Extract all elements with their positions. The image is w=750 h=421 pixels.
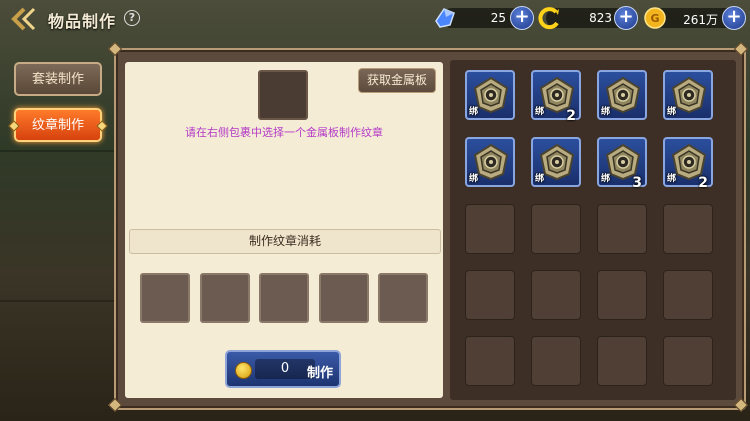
crafting-hint: 请在右侧包裹中选择一个金属板制作纹章: [185, 126, 383, 139]
bound-tag: 绑: [601, 174, 611, 184]
inventory-empty-slot[interactable]: [597, 270, 647, 320]
tab-suit-crafting[interactable]: 套装制作: [14, 62, 102, 96]
material-slot[interactable]: [140, 273, 190, 323]
inventory-empty-slot[interactable]: [663, 270, 713, 320]
bound-tag: 绑: [535, 174, 545, 184]
gold-coin-icon: [235, 362, 252, 379]
inventory-empty-slot[interactable]: [465, 336, 515, 386]
make-cost: 0: [255, 359, 315, 379]
back-button[interactable]: [10, 6, 38, 32]
yellow-swirl-icon: [538, 7, 559, 30]
currency-crystal: 25 +: [432, 5, 534, 31]
inventory-empty-slot[interactable]: [531, 270, 581, 320]
material-slot[interactable]: [259, 273, 309, 323]
background-stripe: [0, 150, 120, 152]
add-gold-button[interactable]: +: [722, 6, 746, 30]
back-arrow-icon: [11, 7, 36, 31]
make-button[interactable]: 0 制作: [225, 350, 341, 388]
item-count: 2: [566, 108, 576, 124]
bound-tag: 绑: [535, 107, 545, 117]
item-count: 3: [632, 175, 642, 191]
inventory-empty-slot[interactable]: [465, 270, 515, 320]
material-slot[interactable]: [200, 273, 250, 323]
add-crystal-button[interactable]: +: [510, 6, 534, 30]
bound-tag: 绑: [667, 174, 677, 184]
page-title: 物品制作: [48, 12, 117, 31]
bound-tag: 绑: [469, 107, 479, 117]
currency-value: 823: [589, 11, 612, 25]
inventory-item[interactable]: 绑: [465, 70, 515, 120]
inventory-item[interactable]: 绑: [597, 70, 647, 120]
get-metal-plate-button[interactable]: 获取金属板: [358, 68, 436, 93]
currency-value: 261万: [683, 13, 718, 27]
inventory-item[interactable]: 绑: [663, 70, 713, 120]
currency-swirl: 823 +: [536, 5, 640, 31]
inventory-empty-slot[interactable]: [465, 204, 515, 254]
add-swirl-button[interactable]: +: [614, 6, 638, 30]
gold-coin-icon: G: [644, 7, 666, 29]
tab-ornament: [96, 120, 108, 132]
currency-value: 25: [490, 11, 506, 25]
inventory-item[interactable]: 绑: [465, 137, 515, 187]
inventory-item[interactable]: 绑3: [597, 137, 647, 191]
material-slot[interactable]: [378, 273, 428, 323]
plate-target-slot[interactable]: [258, 70, 308, 120]
tab-ornament: [8, 120, 20, 132]
make-label: 制作: [307, 366, 334, 381]
inventory-empty-slot[interactable]: [663, 204, 713, 254]
cost-title: 制作纹章消耗: [129, 229, 441, 254]
blue-crystal-icon: [435, 8, 455, 28]
background-stripe: [0, 300, 120, 302]
help-icon[interactable]: ?: [124, 10, 140, 26]
material-slot[interactable]: [319, 273, 369, 323]
inventory-empty-slot[interactable]: [597, 204, 647, 254]
bound-tag: 绑: [601, 107, 611, 117]
tab-label: 纹章制作: [31, 118, 84, 133]
inventory-item[interactable]: 绑: [531, 137, 581, 187]
svg-text:G: G: [650, 12, 659, 25]
inventory-empty-slot[interactable]: [597, 336, 647, 386]
currency-gold: G 261万 +: [642, 5, 748, 31]
inventory-empty-slot[interactable]: [531, 336, 581, 386]
inventory-item[interactable]: 绑2: [663, 137, 713, 191]
bound-tag: 绑: [469, 174, 479, 184]
inventory-item[interactable]: 绑2: [531, 70, 581, 124]
top-bar: 物品制作 ? 25 + 823 + G 261万 +: [0, 0, 750, 38]
item-count: 2: [698, 175, 708, 191]
inventory-empty-slot[interactable]: [531, 204, 581, 254]
bound-tag: 绑: [667, 107, 677, 117]
tab-emblem-crafting[interactable]: 纹章制作: [8, 108, 108, 142]
inventory-empty-slot[interactable]: [663, 336, 713, 386]
